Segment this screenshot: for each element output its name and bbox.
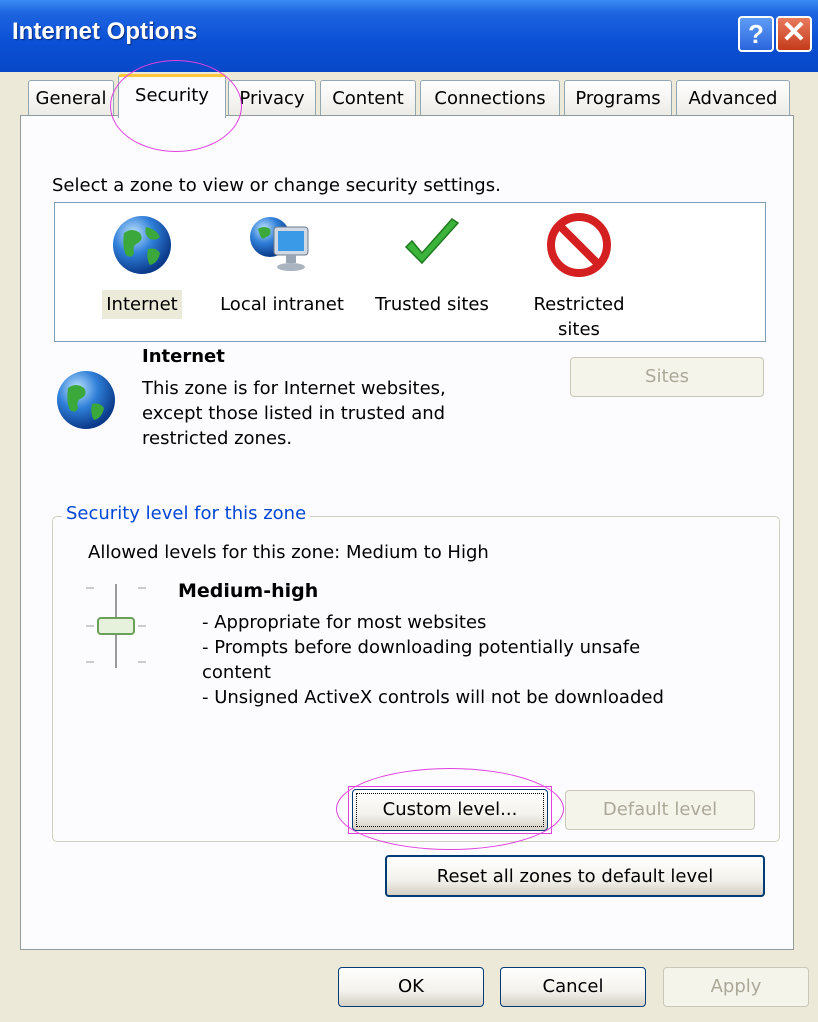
level-bullet: content: [202, 662, 271, 683]
security-level-slider[interactable]: [80, 578, 152, 674]
zone-info-title: Internet: [142, 346, 225, 367]
globe-icon: [113, 216, 171, 274]
cancel-button[interactable]: Cancel: [500, 967, 646, 1007]
checkmark-icon: [404, 218, 460, 265]
security-level-name: Medium-high: [178, 580, 319, 602]
zone-select-prompt: Select a zone to view or change security…: [52, 175, 501, 196]
tab-content[interactable]: Content: [320, 80, 416, 116]
zone-info-globe-icon: [57, 371, 115, 429]
title-bar: Internet Options ? ✕: [0, 0, 818, 72]
close-icon: ✕: [781, 16, 807, 49]
default-level-button[interactable]: Default level: [565, 790, 755, 830]
zone-item-trusted-sites[interactable]: Trusted sites: [357, 213, 507, 319]
tab-connections[interactable]: Connections: [420, 80, 560, 116]
intranet-monitor-icon: [250, 217, 309, 271]
zone-item-internet[interactable]: Internet: [67, 213, 217, 319]
help-icon: ?: [748, 19, 764, 49]
level-bullet: - Unsigned ActiveX controls will not be …: [202, 687, 664, 708]
zone-label-restricted-sites: Restricted sites: [533, 294, 625, 340]
allowed-levels-text: Allowed levels for this zone: Medium to …: [88, 542, 489, 563]
zone-label-trusted-sites: Trusted sites: [375, 294, 489, 315]
help-button[interactable]: ?: [738, 16, 774, 52]
sites-button[interactable]: Sites: [570, 357, 764, 397]
zone-list: Internet Local intranet Trusted sites Re…: [54, 202, 766, 342]
reset-all-zones-button[interactable]: Reset all zones to default level: [385, 855, 765, 897]
zone-item-local-intranet[interactable]: Local intranet: [207, 213, 357, 319]
level-bullet: - Appropriate for most websites: [202, 612, 487, 633]
zone-label-local-intranet: Local intranet: [220, 294, 344, 315]
annotation-box-custom-level: [348, 786, 552, 834]
ok-button[interactable]: OK: [338, 967, 484, 1007]
level-bullet: - Prompts before downloading potentially…: [202, 637, 641, 658]
security-level-group-title: Security level for this zone: [62, 503, 311, 524]
window-title: Internet Options: [12, 18, 198, 45]
tab-advanced[interactable]: Advanced: [676, 80, 790, 116]
zone-info-description: This zone is for Internet websites, exce…: [142, 378, 446, 449]
zone-label-internet: Internet: [102, 290, 182, 319]
apply-button[interactable]: Apply: [663, 967, 809, 1007]
zone-item-restricted-sites[interactable]: Restricted sites: [509, 213, 649, 344]
prohibited-icon: [547, 213, 611, 277]
tab-programs[interactable]: Programs: [564, 80, 672, 116]
close-button[interactable]: ✕: [776, 16, 812, 52]
tab-general[interactable]: General: [28, 80, 114, 116]
annotation-circle-security-tab: [110, 60, 242, 152]
